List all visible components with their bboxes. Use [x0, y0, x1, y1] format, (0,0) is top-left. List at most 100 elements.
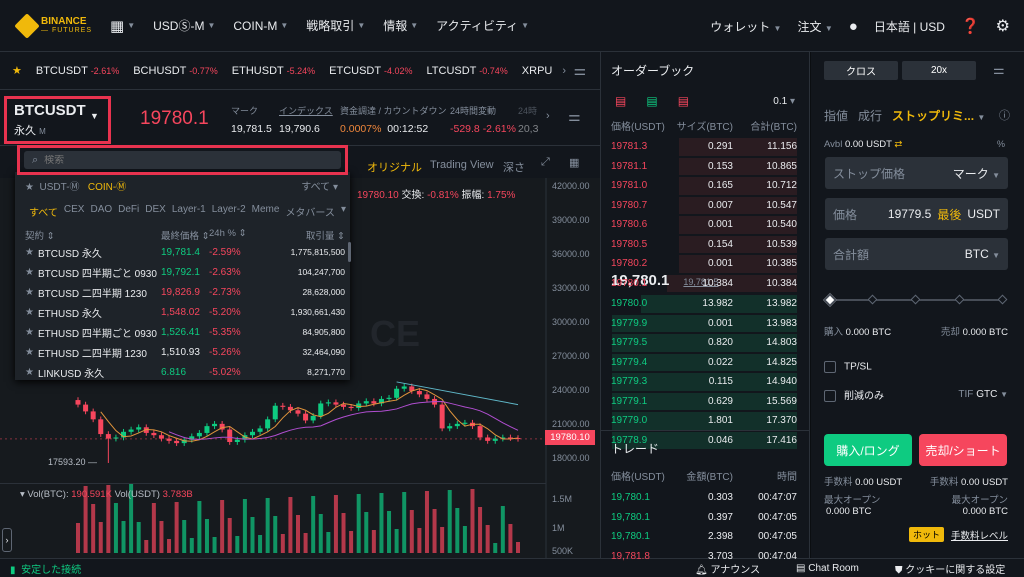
chevron-down-icon[interactable]: ▾	[341, 204, 346, 219]
list-item[interactable]: ★ BTCUSD 永久 19,781.4 -2.59% 1,775,815,500	[25, 242, 345, 262]
category-tab[interactable]: Meme	[252, 204, 280, 219]
bid-row[interactable]: 19779.4 0.022 14.825	[601, 353, 809, 373]
grid-layout-icon[interactable]: ▦	[569, 156, 579, 169]
nav-info[interactable]: 情報 ▼	[383, 17, 418, 34]
last-price-button[interactable]: 最後	[937, 206, 961, 223]
col-last-price[interactable]: 最終価格 ⇕	[161, 228, 210, 242]
amount-slider[interactable]	[822, 292, 1008, 308]
percent-icon[interactable]: %	[997, 139, 1005, 149]
ticker-item[interactable]: ETHUSDT -5.24%	[232, 65, 315, 77]
tab-stop-limit[interactable]: ストップリミ... ▼	[892, 107, 985, 124]
list-item[interactable]: ★ ETHUSD 四半期ごと 0930 1,526.41 -5.35% 84,905,8…	[25, 322, 345, 342]
settings-gear-icon[interactable]: ⚙	[996, 16, 1010, 36]
ask-row[interactable]: 19780.2 0.001 10.385	[601, 254, 809, 274]
bid-row[interactable]: 19779.3 0.115 14.940	[601, 372, 809, 392]
tab-usdt-m[interactable]: USDT-Ⓜ	[40, 182, 80, 193]
stat-index[interactable]: インデックス 19,790.6	[279, 104, 333, 135]
symbol-selector[interactable]: BTCUSDT 永久 M ▼	[4, 96, 111, 144]
star-icon[interactable]: ★	[25, 307, 34, 318]
category-tab[interactable]: メタバース	[285, 204, 335, 219]
star-icon[interactable]: ★	[25, 267, 34, 278]
tif-select[interactable]: TIF GTC ▼	[958, 389, 1008, 400]
stop-price-input[interactable]: ストップ価格 マーク ▼	[825, 157, 1008, 189]
list-item[interactable]: ★ LINKUSD 永久 6.816 -5.02% 8,271,770	[25, 362, 345, 382]
category-tab[interactable]: すべて	[29, 204, 58, 219]
cookie-settings-link[interactable]: ⛊ クッキーに関する設定	[895, 561, 1005, 576]
slider-handle[interactable]	[822, 292, 838, 308]
ask-row[interactable]: 19780.5 0.154 10.539	[601, 235, 809, 255]
col-contract[interactable]: 契約 ⇕	[25, 228, 55, 242]
tab-market[interactable]: 成行	[858, 107, 882, 124]
bid-row[interactable]: 19780.0 13.982 13.982	[601, 294, 809, 314]
list-item[interactable]: ★ ETHUSD 二四半期 1230 1,510.93 -5.26% 32,464,09…	[25, 342, 345, 362]
wallet-menu[interactable]: ウォレット ▼	[710, 18, 781, 35]
ask-row[interactable]: 19780.6 0.001 10.540	[601, 215, 809, 235]
chat-room-link[interactable]: ▤ Chat Room	[796, 563, 859, 574]
stop-type-select[interactable]: マーク ▼	[953, 165, 1000, 182]
stats-next-icon[interactable]: ›	[546, 110, 550, 122]
total-input[interactable]: 合計額 BTC ▼	[825, 238, 1008, 270]
transfer-icon[interactable]: ⇄	[894, 139, 902, 150]
binance-logo[interactable]: BINANCE — FUTURES	[14, 12, 92, 39]
bid-row[interactable]: 19779.0 1.801 17.370	[601, 411, 809, 431]
fee-level-link[interactable]: 手数料レベル	[951, 528, 1008, 542]
category-tab[interactable]: DAO	[90, 204, 112, 219]
ticker-item[interactable]: ETCUSDT -4.02%	[329, 65, 412, 77]
precision-select[interactable]: 0.1 ▾	[773, 96, 795, 107]
sell-short-button[interactable]: 売却/ショート	[919, 434, 1007, 466]
user-icon[interactable]: ●	[849, 18, 858, 35]
nav-strategy[interactable]: 戦略取引 ▼	[306, 17, 365, 34]
category-tab[interactable]: DeFi	[118, 204, 139, 219]
list-item[interactable]: ★ BTCUSD 四半期ごと 0930 19,792.1 -2.63% 104,247,…	[25, 262, 345, 282]
info-icon[interactable]: ⓘ	[999, 107, 1010, 123]
buy-long-button[interactable]: 購入/ロング	[824, 434, 912, 466]
search-input[interactable]: ⌕	[24, 151, 341, 169]
star-icon[interactable]: ★	[25, 247, 34, 258]
ask-row[interactable]: 19781.1 0.153 10.865	[601, 157, 809, 177]
tab-tradingview[interactable]: Trading View	[430, 159, 494, 171]
star-icon[interactable]: ★	[25, 287, 34, 298]
orders-menu[interactable]: 注文 ▼	[797, 18, 832, 35]
nav-coinm[interactable]: COIN-M ▼	[233, 19, 288, 33]
ask-row[interactable]: 19781.0 0.165 10.712	[601, 176, 809, 196]
layout-settings-icon[interactable]: ⚌	[568, 108, 581, 125]
fullscreen-icon[interactable]: ⤢	[541, 156, 550, 169]
list-item[interactable]: ★ ETHUSD 永久 1,548.02 -5.20% 1,930,661,430	[25, 302, 345, 322]
nav-usdm[interactable]: USDⓈ-M ▼	[153, 17, 215, 34]
star-icon[interactable]: ★	[25, 327, 34, 338]
ask-row[interactable]: 19781.3 0.291 11.156	[601, 137, 809, 157]
help-icon[interactable]: ❓	[961, 17, 980, 35]
col-volume[interactable]: 取引量 ⇕	[306, 228, 345, 242]
category-tab[interactable]: Layer-2	[212, 204, 246, 219]
star-icon[interactable]: ★	[25, 367, 34, 378]
favorite-star-icon[interactable]: ★	[12, 64, 22, 77]
filter-all[interactable]: すべて ▾	[301, 178, 338, 193]
bid-row[interactable]: 19779.5 0.820 14.803	[601, 333, 809, 353]
scrollbar[interactable]	[348, 242, 351, 262]
tpsl-checkbox[interactable]: TP/SL	[824, 361, 872, 373]
language-currency[interactable]: 日本語 | USD	[874, 18, 945, 35]
ticker-item[interactable]: BTCUSDT -2.61%	[36, 65, 119, 77]
view-asks-icon[interactable]: ▤	[678, 94, 689, 108]
star-icon[interactable]: ★	[25, 347, 34, 358]
list-item[interactable]: ★ BTCUSD 二四半期 1230 19,826.9 -2.73% 28,628,00…	[25, 282, 345, 302]
leverage-button[interactable]: 20x	[902, 61, 976, 80]
search-field[interactable]	[44, 154, 325, 166]
margin-mode-button[interactable]: クロス	[824, 61, 898, 80]
bid-row[interactable]: 19779.1 0.629 15.569	[601, 392, 809, 412]
tab-depth[interactable]: 深さ	[503, 159, 525, 175]
price-input[interactable]: 価格 19779.5 最後 USDT	[825, 198, 1008, 230]
announcement-link[interactable]: 🔔︎ アナウンス	[695, 561, 760, 576]
reduce-only-checkbox[interactable]: 削減のみ	[824, 387, 884, 403]
view-bids-icon[interactable]: ▤	[646, 94, 657, 108]
tab-limit[interactable]: 指値	[824, 107, 848, 124]
col-change[interactable]: 24h % ⇕	[209, 228, 247, 239]
category-tab[interactable]: Layer-1	[172, 204, 206, 219]
ticker-item[interactable]: LTCUSDT -0.74%	[426, 65, 507, 77]
ask-row[interactable]: 19780.7 0.007 10.547	[601, 196, 809, 216]
nav-activity[interactable]: アクティビティ ▼	[436, 17, 529, 34]
tab-coin-m[interactable]: COIN-Ⓜ	[88, 182, 126, 193]
apps-menu[interactable]: ▦ ▼	[110, 17, 135, 35]
category-tab[interactable]: DEX	[145, 204, 166, 219]
expand-panel-button[interactable]: ›	[2, 528, 12, 552]
